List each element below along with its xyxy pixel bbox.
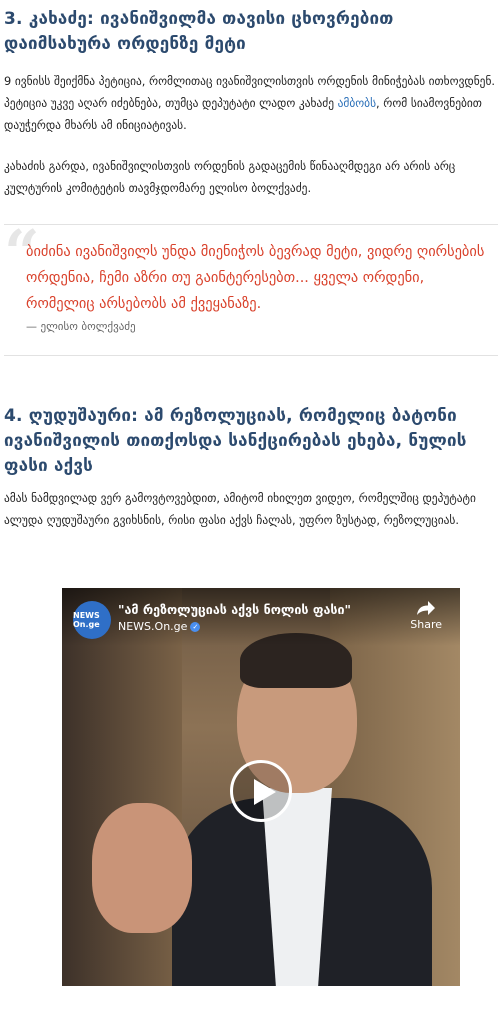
video-frame-hand [92, 803, 192, 933]
video-top-bar [62, 588, 460, 646]
section-4-heading: 4. ღუდუშაური: ამ რეზოლუციას, რომელიც ბატ… [4, 406, 467, 476]
quote-author: — ელისო ბოლქვაძე [26, 320, 136, 333]
video-player[interactable]: NEWS On.ge "ამ რეზოლუციას აქვს ნოლის ფას… [62, 588, 460, 986]
section-3-paragraph-1: 9 ივნისს შეიქმნა პეტიცია, რომლითაც ივანი… [4, 70, 498, 136]
play-icon [254, 779, 276, 805]
quote-text: ბიძინა ივანიშვილს უნდა მიენიჭოს ბევრად მ… [26, 244, 485, 312]
verified-icon: ✓ [190, 622, 201, 632]
channel-name: NEWS.On.ge [118, 620, 188, 633]
section-3-heading: 3. კახაძე: ივანიშვილმა თავისი ცხოვრებით … [4, 9, 394, 54]
section-4-paragraph: ამას ნამდვილად ვერ გამოვტოვებდით, ამიტომ… [4, 491, 476, 527]
section-3-paragraph-2: კახაძის გარდა, ივანიშვილისთვის ორდენის გ… [4, 159, 456, 195]
play-button[interactable] [230, 760, 292, 822]
share-label: Share [410, 618, 442, 631]
video-title[interactable]: "ამ რეზოლუციას აქვს ნოლის ფასი" [118, 602, 351, 617]
share-icon [417, 601, 436, 615]
source-link[interactable]: ამბობს [338, 96, 376, 110]
blockquote: “ ბიძინა ივანიშვილს უნდა მიენიჭოს ბევრად… [4, 222, 498, 356]
video-channel[interactable]: NEWS.On.ge ✓ [118, 620, 201, 633]
share-button[interactable]: Share [410, 600, 442, 631]
channel-logo[interactable]: NEWS On.ge [73, 601, 111, 639]
